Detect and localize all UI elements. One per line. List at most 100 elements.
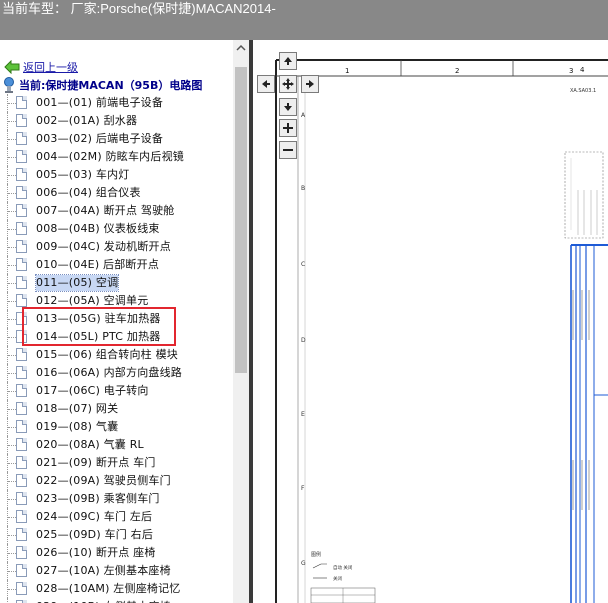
tree-item[interactable]: 017—(06C) 电子转向: [0, 382, 233, 400]
tree-item-label[interactable]: 005—(03) 车内灯: [36, 167, 129, 183]
tree-root[interactable]: 当前:保时捷MACAN（95B）电路图: [3, 76, 202, 94]
tree-item[interactable]: 003—(02) 后端电子设备: [0, 130, 233, 148]
legend-item-2: 关闭: [333, 575, 342, 582]
tree-item[interactable]: 007—(04A) 断开点 驾驶舱: [0, 202, 233, 220]
back-arrow-icon[interactable]: [4, 60, 20, 74]
tree-item[interactable]: 019—(08) 气囊: [0, 418, 233, 436]
document-icon: [16, 186, 27, 199]
tree-scrollbar[interactable]: [233, 40, 249, 603]
document-icon: [16, 420, 27, 433]
tree-item[interactable]: 027—(10A) 左侧基本座椅: [0, 562, 233, 580]
title-bar: 当前车型： 厂家:Porsche(保时捷)MACAN2014-: [0, 0, 608, 40]
tree-item[interactable]: 002—(01A) 刮水器: [0, 112, 233, 130]
document-icon: [16, 294, 27, 307]
pan-right-button[interactable]: [301, 75, 319, 93]
tree-item[interactable]: 029—(10B) 右侧基本座椅: [0, 598, 233, 603]
document-icon: [16, 582, 27, 595]
arrow-right-icon: [306, 80, 314, 88]
tree-item-label[interactable]: 001—(01) 前端电子设备: [36, 95, 163, 111]
tree-item-label[interactable]: 009—(04C) 发动机断开点: [36, 239, 171, 255]
row-label-d: D: [301, 337, 306, 344]
tree-item[interactable]: 011—(05) 空调: [0, 274, 233, 292]
tree-item[interactable]: 026—(10) 断开点 座椅: [0, 544, 233, 562]
document-icon: [16, 96, 27, 109]
document-icon: [16, 366, 27, 379]
pan-up-button[interactable]: [279, 52, 297, 70]
pan-down-button[interactable]: [279, 98, 297, 116]
pan-left-button[interactable]: [257, 75, 275, 93]
column-label-1: 1: [345, 67, 349, 75]
tree-item[interactable]: 021—(09) 断开点 车门: [0, 454, 233, 472]
tree-item[interactable]: 001—(01) 前端电子设备: [0, 94, 233, 112]
document-icon: [16, 546, 27, 559]
document-icon: [16, 528, 27, 541]
tree-item[interactable]: 022—(09A) 驾驶员侧车门: [0, 472, 233, 490]
tree-item-label[interactable]: 025—(09D) 车门 右后: [36, 527, 153, 543]
tree-item-label[interactable]: 008—(04B) 仪表板线束: [36, 221, 160, 237]
wiring-diagram-sheet: 1 2 3 4 A B C D E F G XA.SA03.1 图例 自动 关闭…: [275, 59, 608, 603]
tree-item[interactable]: 015—(06) 组合转向柱 模块: [0, 346, 233, 364]
tree-item-label[interactable]: 028—(10AM) 左侧座椅记忆: [36, 581, 181, 597]
tree-item-label[interactable]: 022—(09A) 驾驶员侧车门: [36, 473, 171, 489]
tree-item[interactable]: 025—(09D) 车门 右后: [0, 526, 233, 544]
tree-item[interactable]: 005—(03) 车内灯: [0, 166, 233, 184]
tree-item-label[interactable]: 004—(02M) 防眩车内后视镜: [36, 149, 184, 165]
legend-item-1: 自动 关闭: [333, 564, 353, 571]
tree-item-label[interactable]: 017—(06C) 电子转向: [36, 383, 149, 399]
arrow-up-icon: [284, 57, 292, 65]
row-label-a: A: [301, 112, 306, 119]
tree-item[interactable]: 004—(02M) 防眩车内后视镜: [0, 148, 233, 166]
tree-item-label[interactable]: 002—(01A) 刮水器: [36, 113, 137, 129]
document-icon: [16, 222, 27, 235]
tree-item[interactable]: 028—(10AM) 左侧座椅记忆: [0, 580, 233, 598]
document-icon: [16, 456, 27, 469]
tree-item[interactable]: 023—(09B) 乘客侧车门: [0, 490, 233, 508]
tree-item-label[interactable]: 023—(09B) 乘客侧车门: [36, 491, 160, 507]
recenter-button[interactable]: [279, 75, 297, 93]
vehicle-title: 当前车型： 厂家:Porsche(保时捷)MACAN2014-: [2, 1, 276, 16]
document-icon: [16, 258, 27, 271]
tree-item[interactable]: 010—(04E) 后部断开点: [0, 256, 233, 274]
document-icon: [16, 438, 27, 451]
tree-item[interactable]: 016—(06A) 内部方向盘线路: [0, 364, 233, 382]
tree-item-label[interactable]: 003—(02) 后端电子设备: [36, 131, 163, 147]
document-icon: [16, 276, 27, 289]
tree-item[interactable]: 006—(04) 组合仪表: [0, 184, 233, 202]
wiring-diagram-viewer[interactable]: 1 2 3 4 A B C D E F G XA.SA03.1 图例 自动 关闭…: [253, 40, 608, 603]
column-label-3: 3: [569, 67, 573, 75]
tree-item-label[interactable]: 019—(08) 气囊: [36, 419, 118, 435]
plus-icon: [283, 123, 293, 133]
document-icon: [16, 348, 27, 361]
tree-item-label[interactable]: 024—(09C) 车门 左后: [36, 509, 152, 525]
tree-item-label[interactable]: 011—(05) 空调: [34, 274, 120, 292]
tree-item[interactable]: 020—(08A) 气囊 RL: [0, 436, 233, 454]
tree-item-label[interactable]: 029—(10B) 右侧基本座椅: [36, 599, 171, 603]
tree-item-label[interactable]: 015—(06) 组合转向柱 模块: [36, 347, 178, 363]
tree-item-label[interactable]: 010—(04E) 后部断开点: [36, 257, 159, 273]
row-label-e: E: [301, 411, 305, 418]
scroll-thumb[interactable]: [235, 67, 247, 373]
row-label-g: G: [301, 560, 306, 567]
tree-item[interactable]: 009—(04C) 发动机断开点: [0, 238, 233, 256]
tree-root-label: 当前:保时捷MACAN（95B）电路图: [19, 79, 203, 92]
document-icon: [16, 132, 27, 145]
tree-items: 001—(01) 前端电子设备 002—(01A) 刮水器 003—(02) 后端电…: [0, 94, 233, 603]
back-link-row[interactable]: 返回上一级: [4, 59, 78, 75]
scroll-up-icon[interactable]: [233, 40, 249, 56]
tree-item-label[interactable]: 006—(04) 组合仪表: [36, 185, 141, 201]
tree-item-label[interactable]: 018—(07) 网关: [36, 401, 118, 417]
tree-item-label[interactable]: 021—(09) 断开点 车门: [36, 455, 156, 471]
tree-item-label[interactable]: 016—(06A) 内部方向盘线路: [36, 365, 182, 381]
back-link[interactable]: 返回上一级: [23, 59, 78, 75]
legend-switch-symbol: [312, 563, 327, 569]
tree-item-label[interactable]: 026—(10) 断开点 座椅: [36, 545, 156, 561]
tree-item-label[interactable]: 027—(10A) 左侧基本座椅: [36, 563, 171, 579]
zoom-out-button[interactable]: [279, 141, 297, 159]
tree-item[interactable]: 024—(09C) 车门 左后: [0, 508, 233, 526]
zoom-in-button[interactable]: [279, 119, 297, 137]
tree-item[interactable]: 008—(04B) 仪表板线束: [0, 220, 233, 238]
tree-item[interactable]: 018—(07) 网关: [0, 400, 233, 418]
tree-item-label[interactable]: 007—(04A) 断开点 驾驶舱: [36, 203, 175, 219]
tree-item-label[interactable]: 020—(08A) 气囊 RL: [36, 437, 144, 453]
highlight-annotation-box: [22, 307, 176, 346]
